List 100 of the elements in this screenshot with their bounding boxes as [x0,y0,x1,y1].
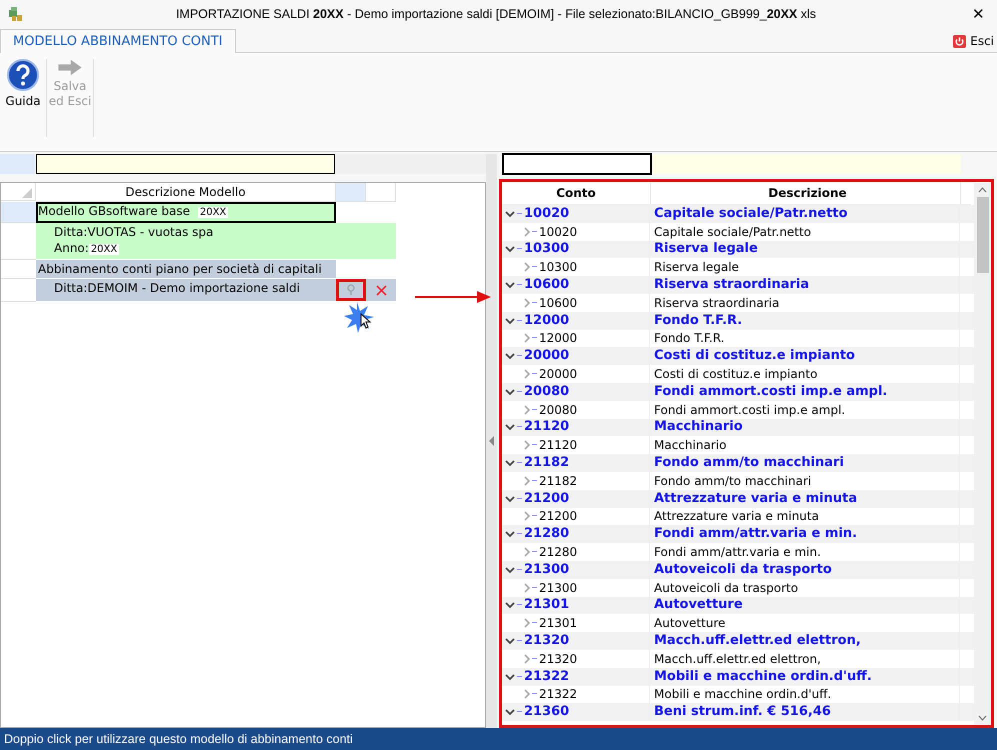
tree-connector-icon [532,302,537,304]
tree-connector-icon [532,622,537,624]
tree-connector-icon [532,658,537,660]
tree-connector-icon [517,568,522,571]
account-code: 20080 [524,384,570,400]
chevron-down-icon[interactable] [505,210,515,218]
exit-button[interactable]: Esci [950,34,997,52]
help-button[interactable]: Guida [0,59,46,109]
tree-connector-icon [532,266,537,268]
chevron-down-icon[interactable] [505,566,515,574]
model-row[interactable]: Abbinamento conti piano per società di capitali [36,260,336,279]
delete-icon [376,284,386,296]
account-description: Attrezzature varia e minuta [654,490,858,507]
account-code: 10600 [524,277,570,294]
account-code: 21360 [524,704,570,720]
account-description: Autovetture [654,615,726,632]
account-code: 21280 [539,544,578,560]
column-header [336,183,366,202]
account-description: Riserva legale [654,241,758,258]
year-tag: 20XX [198,207,228,218]
chevron-down-icon[interactable] [505,388,515,396]
account-description: Autovetture [654,597,743,614]
account-code: 21200 [539,508,578,524]
tree-connector-icon [532,408,537,411]
chevron-down-icon[interactable] [505,245,515,254]
account-description: Riserva legale [654,259,739,276]
power-icon [953,34,966,48]
chevron-down-icon[interactable] [505,352,515,360]
chevron-down-icon[interactable] [505,316,515,325]
tree-connector-icon [532,230,537,233]
chevron-down-icon[interactable] [505,672,515,681]
account-code: 21280 [524,526,570,542]
tree-connector-icon [532,693,537,696]
account-code: 10020 [539,224,578,240]
chevron-down-icon[interactable] [505,530,515,538]
model-name: Abbinamento conti piano per società di capitali [38,262,322,276]
model-row[interactable]: Ditta:DEMOIM - Demo importazione saldi [36,279,336,302]
chevron-down-icon[interactable] [505,637,515,646]
chevron-down-icon[interactable] [505,281,515,290]
chevron-down-icon[interactable] [505,601,515,610]
account-description: Capitale sociale/Patr.netto [654,206,848,222]
account-description: Mobili e macchine ordin.d'uff. [654,668,872,685]
tree-connector-icon [532,337,537,340]
chevron-down-icon[interactable] [505,459,515,468]
scrollbar[interactable] [974,183,991,725]
account-code: 21320 [539,650,578,667]
tree-connector-icon [532,551,537,554]
account-code: 10300 [539,259,578,276]
account-code: 21301 [539,615,578,632]
account-description: Costi di costituz.e impianto [654,348,855,364]
tree-connector-icon [517,248,522,250]
account-description: Riserva straordinaria [654,277,810,294]
account-code: 20000 [524,348,570,364]
filter-field[interactable] [502,153,652,175]
tree-connector-icon [517,533,522,536]
close-button[interactable]: ✕ [968,5,989,23]
tree-connector-icon [517,462,522,464]
account-code: 21300 [539,580,578,596]
filter-field[interactable] [36,154,335,174]
account-code: 21120 [524,419,570,436]
year-label: Anno: [54,241,89,255]
tree-connector-icon [532,515,537,518]
scroll-down-icon[interactable] [978,715,987,721]
account-description: Fondi amm/attr.varia e min. [654,526,858,542]
column-header: Descrizione [651,182,961,204]
account-code: 10300 [524,241,570,258]
chevron-down-icon[interactable] [505,423,515,432]
account-description: Macch.uff.elettr.ed elettron, [654,650,821,667]
tree-connector-icon [517,498,522,500]
company-name: Ditta:DEMOIM - Demo importazione saldi [54,281,300,295]
account-description: Macchinario [654,437,726,454]
account-description: Fondi ammort.costi imp.e ampl. [654,384,888,400]
model-row[interactable]: Modello GBsoftware base 20XX [36,202,336,223]
search-icon [346,284,356,296]
tree-connector-icon [517,640,522,642]
chevron-down-icon[interactable] [505,708,515,716]
tab[interactable]: MODELLO ABBINAMENTO CONTI [0,29,236,53]
account-code: 21322 [524,668,570,685]
account-description: Autoveicoli da trasporto [654,580,798,596]
chevron-down-icon[interactable] [505,494,515,503]
account-description: Costi di costituz.e impianto [654,366,818,382]
scroll-up-icon[interactable] [978,187,987,193]
tree-connector-icon [532,586,537,589]
account-code: 10600 [539,294,578,311]
column-header: Conto [502,182,651,204]
tree-connector-icon [532,480,537,482]
window-title: IMPORTAZIONE SALDI 20XX - Demo importazione saldi [DEMOIM] - File selezionato:BILANCIO_GB999_20XX xls [174,7,818,21]
account-description: Fondi ammort.costi imp.e ampl. [654,402,846,418]
scrollbar-thumb[interactable] [976,197,988,273]
account-code: 21300 [524,562,570,578]
corner-icon [22,188,32,198]
tree-connector-icon [517,320,522,322]
account-description: Fondo amm/to macchinari [654,455,844,472]
account-code: 12000 [524,312,570,329]
account-code: 20080 [539,402,578,418]
filter-field[interactable] [653,154,961,174]
account-code: 21182 [539,472,578,489]
model-row[interactable]: Ditta:VUOTAS - vuotas spa Anno: 20XX [36,223,336,260]
tree-connector-icon [517,604,522,606]
row-header [0,154,35,174]
